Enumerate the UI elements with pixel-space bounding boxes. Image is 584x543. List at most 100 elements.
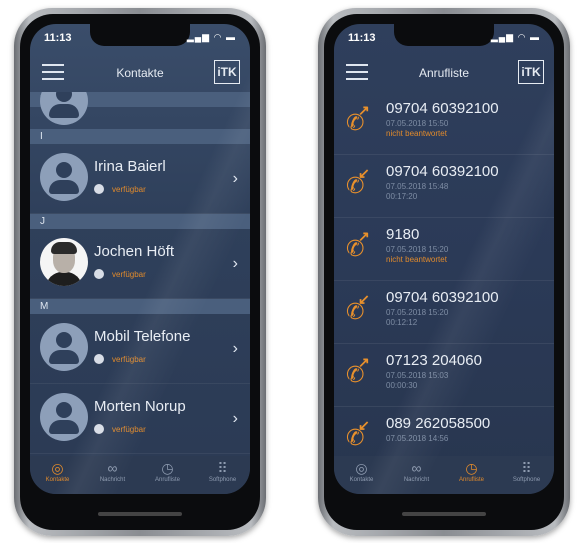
call-detail: 00:00:30 [386, 381, 418, 390]
presence-dot-icon [94, 269, 104, 279]
call-number: 07123 204060 [386, 352, 482, 369]
call-row[interactable]: ✆ ↙ 09704 60392100 07.05.2018 15:48 00:17… [334, 155, 554, 218]
contact-name: Morten Norup [94, 398, 186, 415]
avatar-placeholder [40, 92, 88, 125]
contact-row[interactable]: Jochen Höft verfügbar › [30, 229, 250, 299]
presence-dot-icon [94, 184, 104, 194]
status-time: 11:13 [44, 32, 72, 44]
dialpad-icon: ⠿ [217, 460, 228, 476]
avatar-photo [40, 238, 88, 286]
app-header: Kontakte iTK [30, 52, 250, 90]
wifi-icon: ◠ [517, 32, 527, 42]
notch [90, 24, 190, 46]
home-indicator[interactable] [98, 512, 182, 516]
outgoing-call-icon: ✆ ↗ [346, 354, 370, 387]
chevron-right-icon[interactable]: › [233, 410, 238, 428]
home-indicator[interactable] [402, 512, 486, 516]
signal-icon: ▂▄▆ [490, 32, 515, 42]
section-header-i: I [30, 129, 250, 144]
call-row[interactable]: ✆ ↗ 09704 60392100 07.05.2018 15:50 nicht… [334, 92, 554, 155]
call-list[interactable]: ✆ ↗ 09704 60392100 07.05.2018 15:50 nicht… [334, 92, 554, 454]
call-row[interactable]: ✆ ↙ 09704 60392100 07.05.2018 15:20 00:12… [334, 281, 554, 344]
call-detail: nicht beantwortet [386, 255, 447, 264]
clock-icon: ◷ [161, 460, 174, 476]
avatar-placeholder [40, 393, 88, 441]
presence-status: verfügbar [94, 354, 146, 364]
avatar-placeholder [40, 153, 88, 201]
presence-text: verfügbar [112, 269, 146, 279]
call-detail: nicht beantwortet [386, 129, 447, 138]
app-logo: iTK [214, 60, 240, 84]
tab-label: Kontakte [45, 477, 70, 483]
call-date: 07.05.2018 15:20 [386, 245, 449, 254]
tab-bar: ◎ Kontakte ∞ Nachricht ◷ Anrufliste ⠿ Softph… [334, 456, 554, 494]
tab-label: Softphone [512, 477, 541, 483]
call-date: 07.05.2018 15:50 [386, 119, 449, 128]
phone-bezel: 11:13 ▂▄▆ ◠ ▬ Anrufliste iTK ✆ ↗ 09704 60… [324, 14, 564, 530]
voicemail-icon: ∞ [411, 460, 422, 476]
call-row[interactable]: ✆ ↗ 07123 204060 07.05.2018 15:03 00:00:3… [334, 344, 554, 407]
system-icons: ▂▄▆ ◠ ▬ [187, 32, 236, 43]
wifi-icon: ◠ [213, 32, 223, 42]
contact-row[interactable]: Irina Baierl verfügbar › [30, 144, 250, 214]
presence-status: verfügbar [94, 424, 146, 434]
incoming-call-icon: ✆ ↙ [346, 165, 370, 198]
presence-dot-icon [94, 424, 104, 434]
call-number: 09704 60392100 [386, 163, 499, 180]
phone-contacts: 11:13 ▂▄▆ ◠ ▬ Kontakte iTK F I [14, 8, 266, 536]
contact-name: Irina Baierl [94, 158, 166, 175]
contacts-icon: ◎ [51, 460, 64, 476]
tab-label: Anrufliste [458, 477, 484, 483]
call-date: 07.05.2018 15:03 [386, 371, 449, 380]
chevron-right-icon[interactable]: › [233, 340, 238, 358]
presence-dot-icon [94, 354, 104, 364]
chevron-right-icon[interactable]: › [233, 255, 238, 273]
section-header-m: M [30, 299, 250, 314]
tab-label: Nachricht [99, 477, 126, 483]
presence-text: verfügbar [112, 184, 146, 194]
status-bar: 11:13 ▂▄▆ ◠ ▬ [30, 24, 250, 50]
contacts-icon: ◎ [355, 460, 368, 476]
incoming-call-icon: ✆ ↙ [346, 291, 370, 324]
tab-label: Softphone [208, 477, 237, 483]
call-row[interactable]: ✆ ↙ 089 262058500 07.05.2018 14:56 [334, 407, 554, 454]
tab-label: Anrufliste [154, 477, 180, 483]
tab-softphone[interactable]: ⠿ Softphone [499, 456, 554, 494]
tab-label: Nachricht [403, 477, 430, 483]
tab-bar: ◎ Kontakte ∞ Nachricht ◷ Anrufliste ⠿ Softph… [30, 456, 250, 494]
presence-status: verfügbar [94, 184, 146, 194]
tab-nachricht[interactable]: ∞ Nachricht [389, 456, 444, 494]
system-icons: ▂▄▆ ◠ ▬ [491, 32, 540, 43]
contacts-screen: 11:13 ▂▄▆ ◠ ▬ Kontakte iTK F I [30, 24, 250, 494]
call-detail: 00:12:12 [386, 318, 418, 327]
chevron-right-icon[interactable]: › [233, 170, 238, 188]
contact-list[interactable]: F I Irina Baierl verfügbar › J [30, 92, 250, 454]
tab-nachricht[interactable]: ∞ Nachricht [85, 456, 140, 494]
notch [394, 24, 494, 46]
call-number: 09704 60392100 [386, 100, 499, 117]
tab-softphone[interactable]: ⠿ Softphone [195, 456, 250, 494]
contact-name: Jochen Höft [94, 243, 175, 260]
list-item-partial[interactable] [30, 92, 250, 129]
call-number: 9180 [386, 226, 420, 243]
app-logo: iTK [518, 60, 544, 84]
call-list-screen: 11:13 ▂▄▆ ◠ ▬ Anrufliste iTK ✆ ↗ 09704 60… [334, 24, 554, 494]
presence-status: verfügbar [94, 269, 146, 279]
voicemail-icon: ∞ [107, 460, 118, 476]
presence-text: verfügbar [112, 424, 146, 434]
outgoing-call-icon: ✆ ↗ [346, 228, 370, 261]
presence-text: verfügbar [112, 354, 146, 364]
tab-kontakte[interactable]: ◎ Kontakte [334, 456, 389, 494]
tab-kontakte[interactable]: ◎ Kontakte [30, 456, 85, 494]
dialpad-icon: ⠿ [521, 460, 532, 476]
call-date: 07.05.2018 14:56 [386, 434, 449, 443]
avatar-placeholder [40, 323, 88, 371]
tab-label: Kontakte [349, 477, 374, 483]
tab-anrufliste[interactable]: ◷ Anrufliste [140, 456, 195, 494]
contact-row[interactable]: Morten Norup verfügbar › [30, 384, 250, 454]
call-row[interactable]: ✆ ↗ 9180 07.05.2018 15:20 nicht beantwort… [334, 218, 554, 281]
call-date: 07.05.2018 15:20 [386, 308, 449, 317]
contact-row[interactable]: Mobil Telefone verfügbar › [30, 314, 250, 384]
call-number: 089 262058500 [386, 415, 491, 432]
tab-anrufliste[interactable]: ◷ Anrufliste [444, 456, 499, 494]
